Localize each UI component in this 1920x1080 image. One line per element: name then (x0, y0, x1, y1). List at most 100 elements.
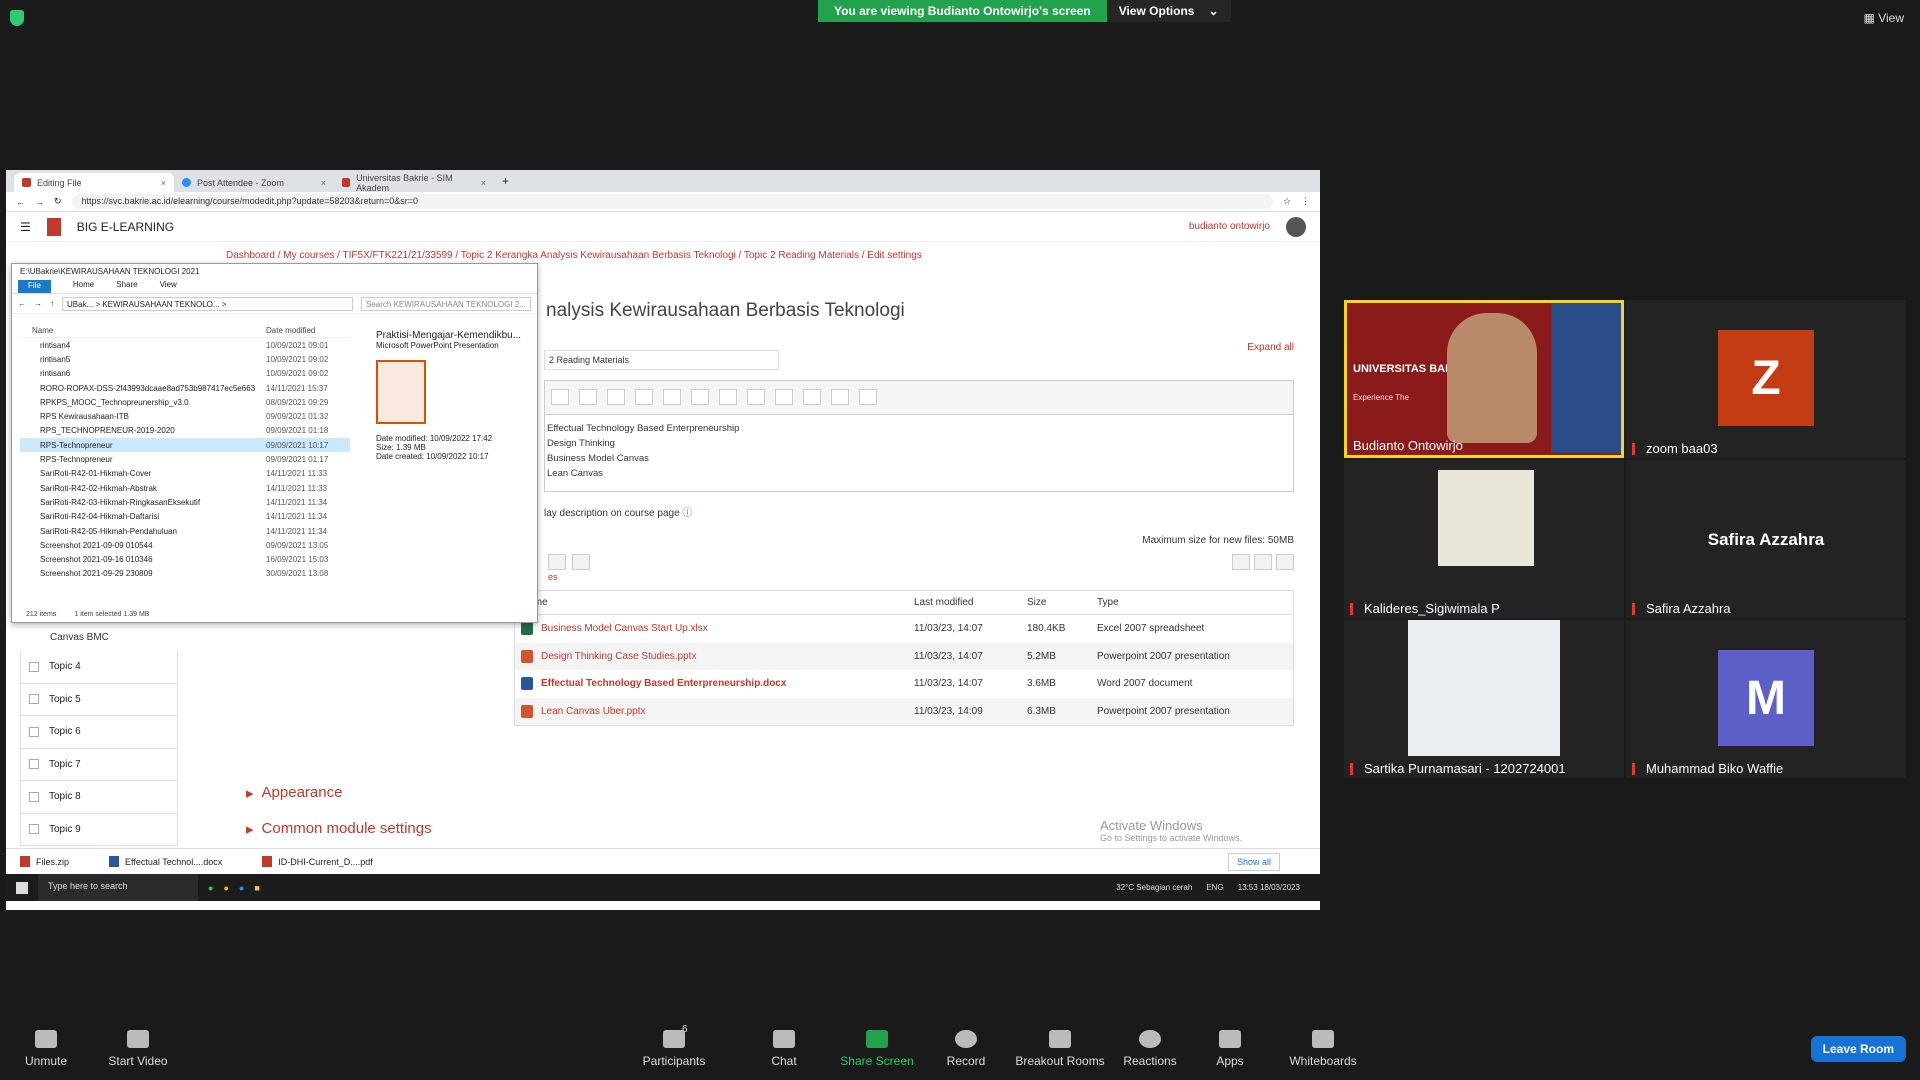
add-file-icon[interactable] (548, 554, 566, 570)
up-icon[interactable]: ↑ (50, 299, 54, 308)
explorer-row[interactable]: SariRoti-R42-01-Hikmah-Cover 14/11/2021 1… (20, 467, 350, 481)
course-index-item[interactable]: Topic 4 (20, 651, 178, 684)
ribbon-tab-share[interactable]: Share (116, 280, 137, 293)
whatsapp-icon[interactable]: ● (208, 883, 213, 893)
help-icon[interactable]: ⓘ (682, 508, 692, 519)
explorer-row[interactable]: RPS_TECHNOPRENEUR-2019-2020 09/09/2021 01… (20, 424, 350, 438)
avatar[interactable] (1286, 216, 1306, 237)
file-name[interactable]: Effectual Technology Based Enterpreneurs… (541, 678, 786, 689)
windows-start-icon[interactable] (16, 881, 28, 894)
download-item[interactable]: Effectual Technol....docx (109, 856, 222, 867)
explorer-row[interactable]: RPS Kewirausahaan-ITB 09/09/2021 01:32 (20, 409, 350, 423)
column-type[interactable]: Type (1097, 597, 1287, 608)
explorer-path[interactable]: UBak... > KEWIRAUSAHAAN TEKNOLO... > (62, 296, 353, 311)
explorer-row[interactable]: RPS-Technopreneur 09/09/2021 10:17 (20, 438, 350, 453)
participant-tile[interactable]: Kalideres_Sigiwimala P (1344, 460, 1624, 618)
download-item[interactable]: ID-DHI-Current_D....pdf (262, 856, 373, 867)
tree-view-icon[interactable] (1276, 554, 1294, 570)
share-screen-button[interactable]: Share Screen (837, 1030, 917, 1068)
participant-tile[interactable]: UNIVERSITAS BAKRIE Experience The Budian… (1344, 300, 1624, 458)
forward-icon[interactable]: → (34, 299, 42, 308)
explorer-row[interactable]: rintisan6 10/09/2021 09:02 (20, 367, 350, 381)
user-menu[interactable]: budianto ontowirjo (1189, 221, 1270, 232)
column-name[interactable]: Name (20, 326, 266, 337)
explorer-row[interactable]: SariRoti-R42-02-Hikmah-Abstrak 14/11/2021… (20, 481, 350, 495)
italic-icon[interactable] (607, 389, 625, 405)
view-options-button[interactable]: View Options ⌄ (1106, 0, 1231, 22)
font-size-icon[interactable] (551, 389, 569, 405)
display-description-checkbox[interactable]: lay description on course page ⓘ (544, 504, 1294, 519)
ribbon-tab-home[interactable]: Home (73, 280, 94, 293)
video-icon[interactable] (831, 389, 849, 405)
zoom-icon[interactable]: ● (239, 883, 244, 893)
editor-content[interactable]: Effectual Technology Based Enterpreneurs… (545, 415, 1293, 487)
unmute-button[interactable]: Unmute (6, 1030, 86, 1068)
table-row[interactable]: Business Model Canvas Start Up.xlsx 11/0… (515, 615, 1293, 643)
list-view-icon[interactable] (1254, 554, 1272, 570)
close-icon[interactable]: × (481, 178, 486, 188)
course-index-item[interactable]: Topic 9 (20, 813, 178, 846)
common-module-section-toggle[interactable]: ▸ Common module settings (246, 820, 432, 838)
explorer-row[interactable]: SariRoti-R42-03-Hikmah-RingkasanEksekuti… (20, 495, 350, 509)
view-layout-button[interactable]: ▦ View (1864, 11, 1904, 25)
clock[interactable]: 13:53 18/03/2023 (1238, 883, 1300, 892)
language[interactable]: ENG (1206, 883, 1223, 892)
explorer-row[interactable]: Screenshot 2021-09-09 010544 09/09/2021 1… (20, 538, 350, 552)
forward-icon[interactable]: → (35, 197, 44, 207)
microphone-icon[interactable] (803, 389, 821, 405)
file-name[interactable]: Business Model Canvas Start Up.xlsx (541, 623, 708, 634)
explorer-row[interactable]: rintisan4 10/09/2021 09:01 (20, 338, 350, 352)
explorer-row[interactable]: SariRoti-R42-05-Hikmah-Pendahuluan 14/11/… (20, 524, 350, 538)
site-title[interactable]: BIG E-LEARNING (77, 220, 174, 234)
hamburger-menu-icon[interactable]: ☰ (20, 220, 31, 234)
tab-sim-akademik[interactable]: Universitas Bakrie - SIM Akadem × (334, 173, 494, 193)
apps-button[interactable]: Apps (1190, 1030, 1270, 1068)
chat-button[interactable]: Chat (744, 1030, 824, 1068)
media-icon[interactable] (775, 389, 793, 405)
security-shield-icon[interactable] (10, 10, 24, 26)
column-size[interactable]: Size (1027, 597, 1097, 608)
close-icon[interactable]: × (321, 178, 326, 188)
explorer-row[interactable]: SariRoti-R42-04-Hikmah-Daftarisi 14/11/20… (20, 510, 350, 524)
table-row[interactable]: Design Thinking Case Studies.pptx 11/03/… (515, 642, 1293, 670)
bold-icon[interactable] (579, 389, 597, 405)
folder-icon[interactable]: ■ (254, 883, 259, 893)
participant-tile[interactable]: Z zoom baa03 (1626, 300, 1906, 458)
table-row[interactable]: Lean Canvas Uber.pptx 11/03/23, 14:09 6.… (515, 697, 1293, 725)
reactions-button[interactable]: Reactions (1110, 1030, 1190, 1068)
course-index-item[interactable]: Topic 7 (20, 748, 178, 781)
download-all-icon[interactable] (572, 554, 590, 570)
record-button[interactable]: Record (926, 1030, 1006, 1068)
course-index-item[interactable]: Topic 6 (20, 716, 178, 749)
bookmark-star-icon[interactable]: ☆ (1283, 196, 1291, 207)
explorer-row[interactable]: Screenshot 2021-09-16 010346 16/09/2021 1… (20, 552, 350, 566)
icons-view-icon[interactable] (1232, 554, 1250, 570)
participants-button[interactable]: 6 Participants (634, 1024, 714, 1068)
ribbon-tab-file[interactable]: File (18, 280, 51, 293)
menu-dots-icon[interactable]: ⋮ (1301, 196, 1310, 207)
whiteboards-button[interactable]: Whiteboards (1278, 1030, 1368, 1068)
explorer-row[interactable]: rintisan5 10/09/2021 09:02 (20, 352, 350, 366)
weather[interactable]: 32°C Sebagian cerah (1116, 883, 1192, 892)
participant-tile[interactable]: Safira Azzahra Safira Azzahra (1626, 460, 1906, 618)
leave-room-button[interactable]: Leave Room (1810, 1036, 1906, 1062)
back-icon[interactable]: ← (16, 197, 25, 207)
tab-post-attendee[interactable]: Post Attendee - Zoom × (174, 173, 334, 192)
explorer-row[interactable]: RPS-Technopreneur 09/09/2021 01:17 (20, 452, 350, 466)
link-icon[interactable] (691, 389, 709, 405)
expand-all-link[interactable]: Expand all (1247, 342, 1294, 353)
ribbon-tab-view[interactable]: View (160, 280, 177, 293)
table-row[interactable]: Effectual Technology Based Enterpreneurs… (515, 670, 1293, 698)
description-editor[interactable]: Effectual Technology Based Enterpreneurs… (544, 380, 1294, 492)
start-video-button[interactable]: Start Video (98, 1030, 178, 1068)
explorer-row[interactable]: RORO-ROPAX-DSS-2f43993dcaae8ad753b987417… (20, 381, 350, 395)
unlink-icon[interactable] (719, 389, 737, 405)
chrome-icon[interactable]: ● (223, 883, 228, 893)
new-tab-icon[interactable]: + (494, 170, 517, 192)
close-icon[interactable]: × (161, 178, 166, 188)
explorer-row[interactable]: Screenshot 2021-09-29 230809 30/09/2021 1… (20, 567, 350, 581)
numbered-list-icon[interactable] (663, 389, 681, 405)
participant-tile[interactable]: Sartika Purnamasari - 1202724001 (1344, 620, 1624, 778)
url-field[interactable]: https://svc.bakrie.ac.id/elearning/cours… (71, 194, 1273, 209)
breadcrumb[interactable]: Dashboard / My courses / TIF5X/FTK221/21… (226, 250, 922, 261)
